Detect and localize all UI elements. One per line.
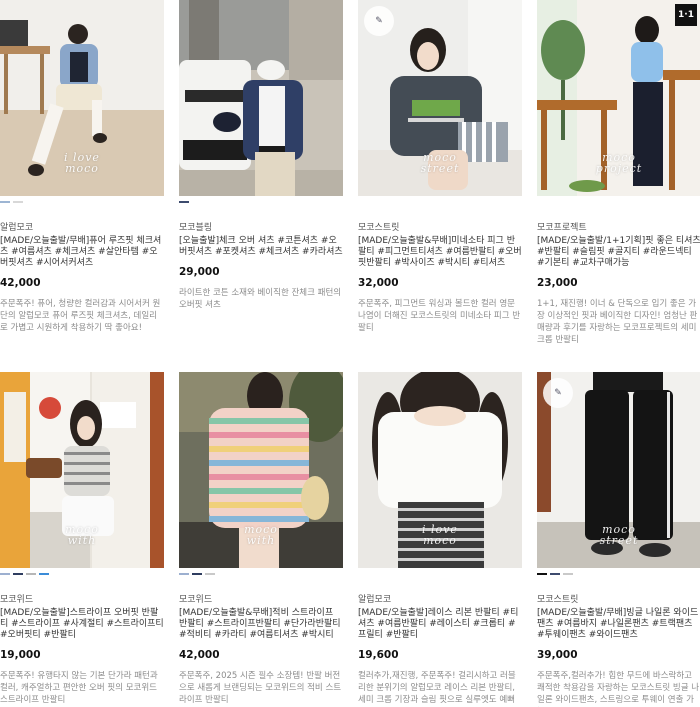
product-card[interactable]: ✎ moco street 모코스트릿 [MADE/오늘출발/무배]빙글 나일론…	[537, 372, 700, 707]
brand-watermark: moco with	[244, 523, 278, 547]
brand-name[interactable]: 모코위드	[179, 595, 343, 606]
square-logo-icon: 1·1	[675, 4, 697, 26]
brand-watermark: moco street	[420, 151, 460, 175]
brand-watermark: moco project	[595, 151, 643, 175]
product-price: 32,000	[358, 277, 399, 289]
brand-watermark: i love moco	[64, 151, 100, 175]
product-card[interactable]: i love moco 알럽모코 [MADE/오늘출발]레이스 리본 반팔티 #…	[358, 372, 522, 707]
product-title[interactable]: [MADE/오늘출발]스트라이프 오버핏 반팔티 #스트라이프 #사계절티 #스…	[0, 608, 164, 641]
color-swatch	[205, 573, 215, 575]
product-image[interactable]: moco with	[0, 372, 164, 568]
product-title[interactable]: [MADE/오늘출발]레이스 리본 반팔티 #티셔츠 #여름반팔티 #레이스티 …	[358, 608, 522, 641]
color-swatches	[179, 573, 343, 575]
product-description: 1+1, 재진행! 이너 & 단독으로 입기 좋은 가장 이상적인 핏과 베이직…	[537, 299, 698, 345]
brand-name[interactable]: 모코프로젝트	[537, 223, 700, 234]
product-card[interactable]: moco with 모코위드 [MADE/오늘출발&무배]적비 스트라이프 반팔…	[179, 372, 343, 706]
brand-name[interactable]: 알럽모코	[358, 595, 522, 606]
product-description: 주문폭주, 피그먼트 워싱과 볼드한 컬러 영문 나염이 더해진 모코스트릿의 …	[358, 299, 521, 333]
color-swatches	[358, 201, 522, 203]
color-swatches	[537, 573, 700, 575]
product-title[interactable]: [MADE/오늘출발/무배]빙글 나일론 와이드팬츠 #여름바지 #나일론팬츠 …	[537, 608, 700, 641]
product-card[interactable]: ✎ moco street 모코스트릿 [MADE/오늘출발&무배]미네소타 피…	[358, 0, 522, 334]
color-swatches	[179, 201, 343, 203]
product-description: 주문폭주,컬러추가! 힙한 무드에 바스락하고 쾌적한 착용감을 자랑하는 모코…	[537, 671, 700, 705]
product-price: 23,000	[537, 277, 578, 289]
product-price: 42,000	[0, 277, 41, 289]
product-card[interactable]: 1·1 moco project 모코프로젝트 [MADE/오늘출발/1+1기획…	[537, 0, 700, 346]
product-image[interactable]: moco with	[179, 372, 343, 568]
product-image[interactable]: ✎ moco street	[358, 0, 522, 196]
product-title[interactable]: [오늘출발]체크 오버 셔츠 #코튼셔츠 #오버핏셔츠 #포켓셔츠 #체크셔츠 …	[179, 236, 343, 258]
color-swatch	[0, 573, 10, 575]
color-swatches	[358, 573, 522, 575]
brand-name[interactable]: 모코스트릿	[358, 223, 522, 234]
brand-name[interactable]: 모코위드	[0, 595, 164, 606]
color-swatch	[13, 201, 23, 203]
color-swatch	[179, 201, 189, 203]
brand-name[interactable]: 모코블링	[179, 223, 343, 234]
product-title[interactable]: [MADE/오늘출발&무배]적비 스트라이프 반팔티 #스트라이프반팔티 #단가…	[179, 608, 343, 641]
product-image[interactable]: i love moco	[358, 372, 522, 568]
color-swatch	[39, 573, 49, 575]
brand-watermark: moco street	[599, 523, 639, 547]
color-swatch	[0, 201, 10, 203]
color-swatches	[0, 201, 164, 203]
product-image[interactable]	[179, 0, 343, 196]
product-card[interactable]: 모코블링 [오늘출발]체크 오버 셔츠 #코튼셔츠 #오버핏셔츠 #포켓셔츠 #…	[179, 0, 343, 311]
color-swatch	[26, 573, 36, 575]
badge-icon: ✎	[543, 378, 573, 408]
product-price: 19,600	[358, 649, 399, 661]
color-swatch	[563, 573, 573, 575]
color-swatch	[179, 573, 189, 575]
brand-name[interactable]: 모코스트릿	[537, 595, 700, 606]
color-swatch	[13, 573, 23, 575]
product-image[interactable]: ✎ moco street	[537, 372, 700, 568]
color-swatch	[537, 573, 547, 575]
product-title[interactable]: [MADE/오늘출발&무배]미네소타 피그 반팔티 #피그먼트티셔츠 #여름반팔…	[358, 236, 522, 269]
color-swatch	[192, 573, 202, 575]
product-price: 19,000	[0, 649, 41, 661]
brand-name[interactable]: 알럽모코	[0, 223, 164, 234]
product-image[interactable]: 1·1 moco project	[537, 0, 700, 196]
product-title[interactable]: [MADE/오늘출발/무배]퓨어 루즈핏 체크셔츠 #여름셔츠 #체크셔츠 #살…	[0, 236, 164, 269]
product-grid: i love moco 알럽모코 [MADE/오늘출발/무배]퓨어 루즈핏 체크…	[0, 0, 700, 707]
product-price: 42,000	[179, 649, 220, 661]
product-description: 컬러추가,재진행, 주문폭주! 걸리시하고 러블리한 분위기의 알럽모코 레이스…	[358, 671, 516, 705]
product-description: 주문폭주! 유행타지 않는 기본 단가라 패턴과 컬러, 캐주얼하고 편안한 오…	[0, 671, 158, 705]
product-price: 29,000	[179, 266, 220, 278]
product-title[interactable]: [MADE/오늘출발/1+1기획]핏 좋은 티셔츠 #반팔티 #슬림핏 #골지티…	[537, 236, 700, 269]
product-description: 주문폭주! 퓨어, 청량한 컬러감과 시어서커 원단의 알럽모코 퓨어 루즈핏 …	[0, 299, 161, 333]
product-description: 주문폭주, 2025 시즌 필수 소장템! 반팔 버전으로 새롭게 브랜딩되는 …	[179, 671, 342, 705]
product-image[interactable]: i love moco	[0, 0, 164, 196]
badge-icon: ✎	[364, 6, 394, 36]
product-card[interactable]: moco with 모코위드 [MADE/오늘출발]스트라이프 오버핏 반팔티 …	[0, 372, 164, 706]
product-price: 39,000	[537, 649, 578, 661]
color-swatches	[537, 201, 700, 203]
brand-watermark: moco with	[65, 523, 99, 547]
product-description: 라이트한 코튼 소재와 베이직한 잔체크 패턴의 오버핏 셔츠	[179, 288, 342, 310]
brand-watermark: i love moco	[422, 523, 458, 547]
product-card[interactable]: i love moco 알럽모코 [MADE/오늘출발/무배]퓨어 루즈핏 체크…	[0, 0, 164, 334]
color-swatches	[0, 573, 164, 575]
color-swatch	[550, 573, 560, 575]
